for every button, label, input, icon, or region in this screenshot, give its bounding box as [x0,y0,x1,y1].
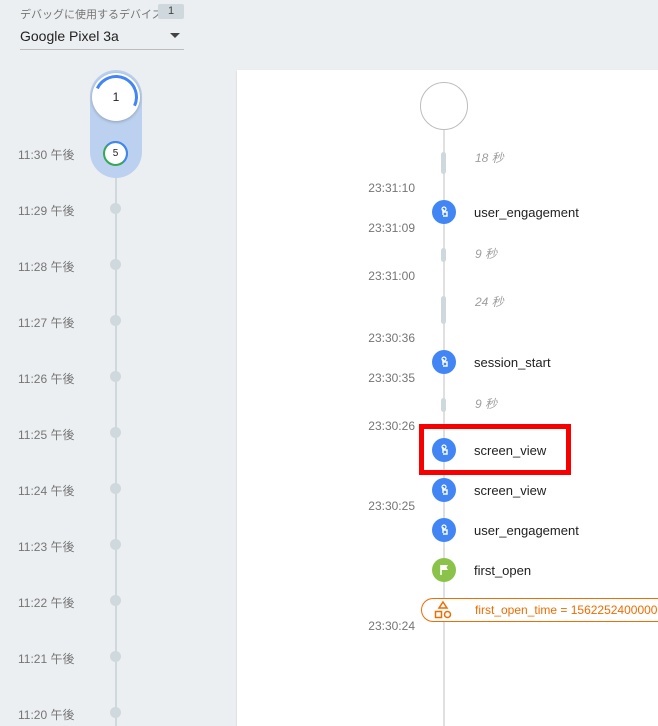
shapes-icon [428,599,458,621]
event-session-start[interactable]: session_start [474,355,551,370]
minute-label: 11:27 午後 [18,316,75,330]
touch-icon[interactable] [432,200,456,224]
stream-start-circle [420,82,468,130]
user-property-pill[interactable]: first_open_time = 1562252400000 [421,598,658,622]
flag-icon[interactable] [432,558,456,582]
device-select[interactable]: Google Pixel 3a [20,22,184,50]
touch-icon[interactable] [432,478,456,502]
minute-label: 11:24 午後 [18,484,75,498]
touch-icon[interactable] [432,518,456,542]
device-select-value: Google Pixel 3a [20,27,119,44]
minute-label: 11:25 午後 [18,428,75,442]
minute-total-bubble[interactable]: 1 [87,68,145,126]
gap-segment [441,398,446,412]
chevron-down-icon [170,33,180,38]
event-screen-view[interactable]: screen_view [474,483,546,498]
seconds-stream-card [237,70,658,726]
minute-dot[interactable] [110,427,121,438]
device-count-badge: 1 [158,4,184,19]
minute-dot[interactable] [110,371,121,382]
minute-label: 11:23 午後 [18,540,75,554]
minute-dot[interactable] [110,539,121,550]
minute-label: 11:28 午後 [18,260,75,274]
minute-current-count-label: 5 [112,148,119,159]
timestamp: 23:30:35 [368,371,415,385]
selection-highlight [419,424,571,475]
timestamp: 23:30:24 [368,619,415,633]
event-first-open[interactable]: first_open [474,563,531,578]
timestamp: 23:30:36 [368,331,415,345]
timestamp: 23:30:25 [368,499,415,513]
event-user-engagement[interactable]: user_engagement [474,205,579,220]
event-user-engagement[interactable]: user_engagement [474,523,579,538]
gap-segment [441,296,446,324]
gap-label: 9 秒 [475,247,498,261]
minute-dot[interactable] [110,595,121,606]
minute-dot[interactable] [110,203,121,214]
minute-label: 11:26 午後 [18,372,75,386]
gap-segment [441,152,446,174]
minute-dot[interactable] [110,483,121,494]
minute-dot[interactable] [110,259,121,270]
timestamp: 23:31:10 [368,181,415,195]
gap-label: 24 秒 [475,295,504,309]
gap-segment [441,248,446,262]
minute-label: 11:22 午後 [18,596,75,610]
minute-label: 11:29 午後 [18,204,75,218]
timestamp: 23:30:26 [368,419,415,433]
minute-dot[interactable] [110,651,121,662]
minute-label: 11:30 午後 [18,148,75,162]
gap-label: 18 秒 [475,151,504,165]
minute-label: 11:21 午後 [18,652,75,666]
user-property-label: first_open_time = 1562252400000 [475,603,658,617]
minute-current-count[interactable]: 5 [103,141,128,166]
touch-icon[interactable] [432,350,456,374]
timestamp: 23:31:09 [368,221,415,235]
minute-label: 11:20 午後 [18,708,75,722]
minute-dot[interactable] [110,315,121,326]
gap-label: 9 秒 [475,397,498,411]
timestamp: 23:31:00 [368,269,415,283]
device-label: デバッグに使用するデバイス [20,9,163,21]
minute-dot[interactable] [110,707,121,718]
